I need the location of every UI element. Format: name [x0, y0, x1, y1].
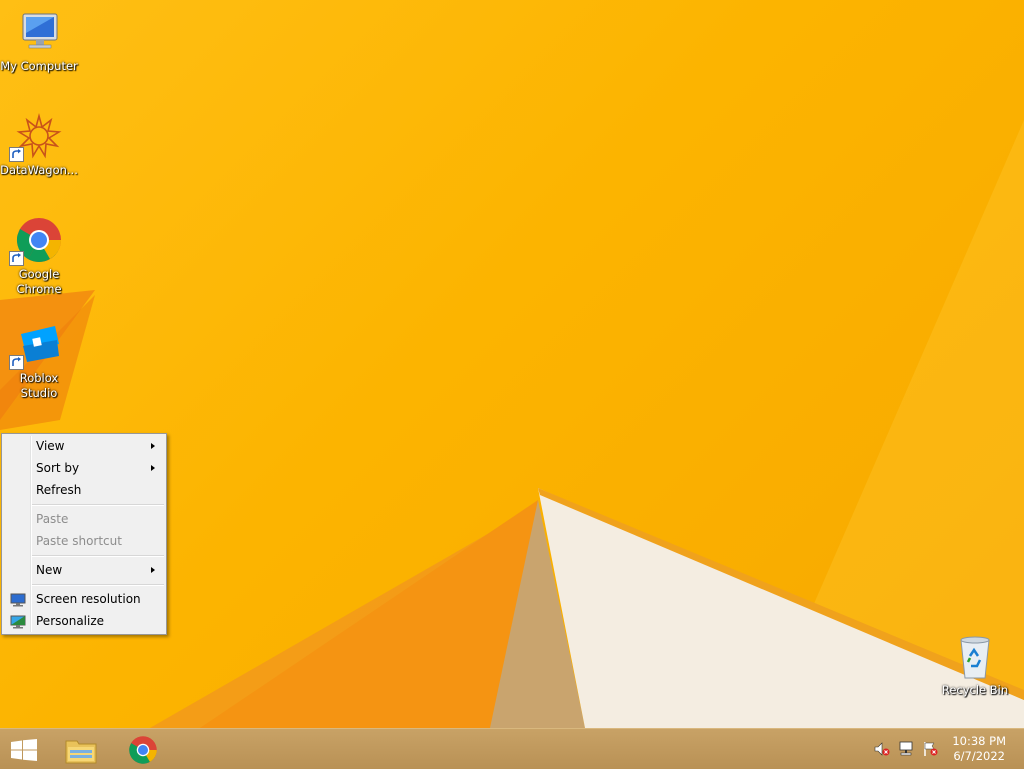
action-center-flag-icon[interactable] [922, 741, 938, 757]
desktop-icon-label: Roblox Studio [19, 371, 59, 400]
menu-item-label: Personalize [36, 614, 105, 628]
menu-item-label: New [36, 563, 63, 577]
desktop-icon-roblox-studio[interactable]: Roblox Studio [0, 312, 78, 401]
chrome-icon [9, 216, 63, 266]
computer-icon [15, 8, 63, 56]
start-button[interactable] [0, 731, 48, 767]
menu-item-label: Paste [36, 512, 69, 526]
menu-item-refresh[interactable]: Refresh [4, 479, 164, 501]
clock-date: 6/7/2022 [953, 749, 1005, 763]
menu-item-new[interactable]: New [4, 559, 164, 581]
network-icon[interactable] [898, 741, 914, 757]
desktop-icon-recycle-bin[interactable]: Recycle Bin [936, 624, 1014, 698]
taskbar: 10:38 PM 6/7/2022 [0, 728, 1024, 769]
clock-time: 10:38 PM [952, 734, 1006, 748]
datawagon-icon [9, 112, 63, 162]
desktop-icon-datawagon[interactable]: DataWagon... [0, 104, 78, 178]
desktop[interactable]: My Computer DataWagon... Google Chrome R… [0, 0, 1024, 728]
submenu-arrow-icon [151, 443, 155, 449]
shortcut-arrow-icon [9, 147, 24, 162]
menu-item-label: View [36, 439, 65, 453]
taskbar-google-chrome[interactable] [116, 731, 170, 767]
menu-item-paste-shortcut[interactable]: Paste shortcut [4, 530, 164, 552]
submenu-arrow-icon [151, 465, 155, 471]
desktop-icon-label: Google Chrome [16, 267, 62, 296]
recycle-bin-icon [951, 632, 999, 680]
chrome-icon [129, 736, 157, 764]
menu-item-screen-resolution[interactable]: Screen resolution [4, 588, 164, 610]
taskbar-clock[interactable]: 10:38 PM 6/7/2022 [952, 734, 1006, 764]
desktop-icon-google-chrome[interactable]: Google Chrome [0, 208, 78, 297]
submenu-arrow-icon [151, 567, 155, 573]
menu-separator [32, 555, 164, 557]
taskbar-file-explorer[interactable] [54, 731, 108, 767]
display-icon [10, 592, 26, 607]
speaker-muted-icon[interactable] [874, 741, 890, 757]
menu-separator [32, 504, 164, 506]
roblox-studio-icon [9, 320, 63, 370]
personalize-icon [10, 614, 26, 629]
menu-item-label: Sort by [36, 461, 80, 475]
desktop-icon-label: My Computer [0, 59, 78, 73]
menu-item-view[interactable]: View [4, 435, 164, 457]
shortcut-arrow-icon [9, 251, 24, 266]
menu-item-paste[interactable]: Paste [4, 508, 164, 530]
windows-logo-icon [11, 739, 37, 761]
folder-icon [65, 740, 97, 764]
menu-separator [32, 584, 164, 586]
desktop-icon-label: Recycle Bin [941, 683, 1009, 697]
shortcut-arrow-icon [9, 355, 24, 370]
menu-item-label: Screen resolution [36, 592, 141, 606]
menu-item-sort-by[interactable]: Sort by [4, 457, 164, 479]
menu-item-personalize[interactable]: Personalize [4, 610, 164, 632]
desktop-icon-my-computer[interactable]: My Computer [0, 0, 78, 74]
menu-item-label: Paste shortcut [36, 534, 122, 548]
menu-item-label: Refresh [36, 483, 82, 497]
desktop-context-menu: View Sort by Refresh Paste Paste shortcu… [1, 433, 167, 635]
desktop-icon-label: DataWagon... [0, 163, 78, 177]
